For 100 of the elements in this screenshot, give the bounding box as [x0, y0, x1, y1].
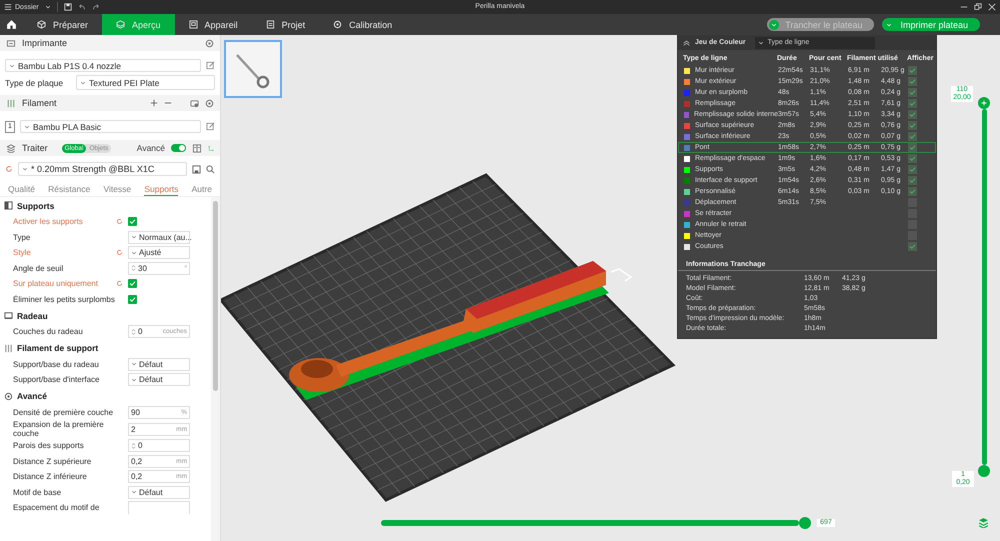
settings-tab[interactable]: Autre — [192, 182, 212, 196]
scrollbar[interactable] — [213, 201, 218, 391]
redo-icon[interactable] — [92, 3, 100, 11]
tab[interactable]: Calibration — [319, 14, 406, 35]
checkbox[interactable] — [908, 154, 917, 163]
close-icon[interactable] — [988, 3, 996, 11]
checkbox[interactable] — [908, 143, 917, 152]
move-slider[interactable] — [381, 520, 799, 526]
caret-icon — [758, 40, 764, 46]
slider-handle[interactable] — [799, 517, 811, 529]
checkbox[interactable] — [908, 132, 917, 141]
checkbox[interactable] — [128, 279, 137, 288]
setting-label: Type — [13, 232, 32, 242]
printer-dropdown[interactable]: Bambu Lab P1S 0.4 nozzle — [5, 59, 201, 72]
filament-icon — [4, 344, 13, 352]
checkbox[interactable] — [128, 217, 137, 226]
caret-icon — [131, 376, 137, 383]
settings-tab[interactable]: Résistance — [48, 182, 90, 196]
undo-icon[interactable] — [78, 3, 86, 11]
menu-icon — [4, 3, 12, 11]
section-title: Radeau — [17, 310, 48, 320]
caret-icon — [22, 166, 28, 172]
checkbox[interactable] — [908, 121, 917, 130]
checkbox[interactable] — [908, 242, 917, 251]
dropdown[interactable]: Normaux (au... — [128, 230, 190, 244]
check-icon — [129, 280, 136, 288]
save-icon[interactable] — [192, 164, 201, 174]
tab[interactable]: Appareil — [174, 14, 252, 35]
process-dropdown[interactable]: * 0.20mm Strength @BBL X1C — [18, 162, 187, 176]
spin-field[interactable]: 0 — [128, 439, 190, 452]
reset-icon[interactable] — [116, 218, 123, 226]
network-icon[interactable] — [208, 144, 214, 152]
settings-icon[interactable] — [205, 38, 214, 48]
checkbox[interactable] — [908, 110, 917, 119]
checkbox[interactable] — [908, 77, 917, 86]
reset-icon[interactable] — [5, 165, 13, 173]
edit-icon[interactable] — [206, 61, 215, 70]
settings-tab[interactable]: Qualité — [8, 182, 35, 196]
caret-icon — [771, 22, 778, 28]
gear-icon — [4, 392, 13, 400]
checkbox[interactable] — [908, 187, 917, 196]
compare-icon[interactable] — [192, 144, 202, 152]
setting-label: Parois des supports — [13, 441, 85, 450]
printer-icon — [6, 38, 16, 48]
checkbox[interactable] — [908, 99, 917, 108]
plate-type-dropdown[interactable]: Textured PEI Plate — [76, 75, 215, 90]
check-icon — [129, 218, 136, 226]
document-icon — [266, 20, 275, 29]
raft-icon — [4, 311, 13, 320]
spinner-icon — [131, 328, 136, 336]
reset-icon[interactable] — [116, 280, 123, 288]
checkbox[interactable] — [908, 88, 917, 97]
caret-icon — [131, 234, 137, 240]
setting-label: Angle de seuil — [13, 264, 64, 273]
search-icon[interactable] — [206, 164, 215, 174]
cube-icon — [116, 20, 126, 29]
spinner-icon — [131, 264, 136, 272]
add-icon[interactable] — [150, 99, 158, 107]
settings-icon[interactable] — [205, 98, 214, 108]
check-icon — [909, 243, 916, 250]
checkbox[interactable] — [908, 66, 917, 75]
check-icon — [129, 296, 136, 303]
dropdown[interactable]: Défaut — [128, 373, 190, 386]
setting-label: Couches du radeau — [13, 327, 84, 336]
restore-icon[interactable] — [974, 3, 982, 11]
input-field[interactable] — [128, 501, 190, 514]
checkbox[interactable] — [128, 294, 137, 304]
dropdown[interactable]: Ajusté — [128, 246, 190, 260]
caret-icon — [44, 4, 51, 10]
collapse-icon[interactable] — [683, 39, 690, 46]
dropdown[interactable]: Défaut — [128, 486, 190, 499]
reset-icon[interactable] — [116, 249, 123, 256]
slider-handle[interactable] — [978, 465, 990, 477]
support-icon — [4, 201, 13, 210]
field-label: Type de plaque — [5, 78, 64, 88]
settings-tab[interactable]: Vitesse — [103, 182, 132, 196]
home-icon[interactable] — [6, 19, 17, 30]
tab[interactable]: Projet — [252, 14, 320, 35]
tab[interactable]: Préparer — [23, 14, 102, 35]
cube-icon — [37, 20, 46, 29]
setting-label: Style — [13, 248, 32, 258]
setting-label: Activer les supports — [13, 217, 84, 226]
layers-icon[interactable] — [978, 517, 989, 528]
filament-dropdown[interactable]: Bambu PLA Basic — [20, 120, 201, 133]
advanced-switch[interactable] — [171, 144, 186, 152]
setting-label: Support/base du radeau — [13, 360, 100, 369]
edit-icon[interactable] — [206, 122, 215, 131]
layer-slider[interactable] — [982, 109, 987, 465]
checkbox[interactable] — [908, 176, 917, 185]
caret-icon — [131, 250, 137, 256]
section-title: Supports — [17, 200, 54, 210]
setting-label: Densité de première couche — [13, 408, 114, 417]
dropdown[interactable]: Défaut — [128, 358, 190, 371]
caret-icon — [80, 80, 86, 86]
object-thumbnail[interactable] — [224, 40, 282, 98]
advanced-label: Avancé — [136, 143, 165, 153]
checkbox[interactable] — [908, 165, 917, 174]
slider-handle[interactable] — [978, 97, 990, 109]
setting-label: Support/base d'interface — [13, 375, 100, 384]
gear-icon — [333, 20, 342, 29]
